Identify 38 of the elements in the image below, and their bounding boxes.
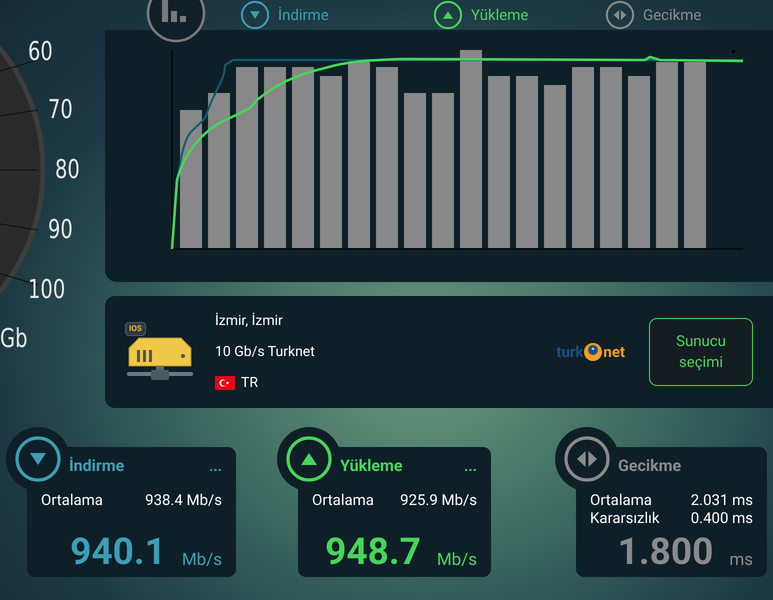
server-country: TR: [241, 374, 258, 392]
left-right-triangles-icon: [563, 435, 611, 483]
more-button[interactable]: ...: [208, 458, 222, 474]
legend-label: Yükleme: [471, 4, 528, 26]
flag-icon: [215, 376, 235, 390]
gauge-tick-label: 90: [48, 217, 73, 243]
speed-value: 948.7: [325, 534, 421, 571]
stat-value: 925.9 Mb/s: [400, 491, 477, 509]
stat-value: 2.031 ms: [690, 491, 753, 509]
provider-logo: turk net: [556, 342, 625, 363]
speed-value: 940.1: [70, 534, 166, 571]
chart-marker: [732, 50, 735, 53]
legend-label: Gecikme: [643, 4, 702, 26]
speed-unit: Mb/s: [436, 552, 477, 571]
stat-label: Kararsızlık: [590, 509, 660, 527]
server-select-button[interactable]: Sunucu seçimi: [649, 318, 753, 386]
speed-value: 1.800: [618, 534, 714, 571]
gauge-tick-label: 70: [48, 97, 73, 123]
stat-value: 938.4 Mb/s: [145, 491, 222, 509]
speed-unit: Mb/s: [182, 552, 222, 571]
legend-label: İndirme: [278, 4, 329, 26]
card-title: Gecikme: [618, 455, 682, 477]
card-title: İndirme: [69, 455, 124, 477]
stat-label: Ortalama: [312, 491, 374, 509]
server-city: İzmir, İzmir: [215, 312, 284, 330]
gauge-unit-label: Gb: [0, 326, 28, 352]
card-title: Yükleme: [340, 455, 402, 477]
server-provider: 10 Gb/s Turknet: [215, 342, 315, 362]
stat-label: Ortalama: [590, 491, 652, 509]
more-button[interactable]: ...: [464, 458, 477, 474]
stat-label: Ortalama: [41, 491, 103, 509]
speed-unit: ms: [729, 552, 753, 571]
left-right-triangles-icon: [605, 0, 635, 30]
server-badge: IOS: [125, 322, 146, 336]
stat-value: 0.400 ms: [690, 509, 753, 527]
gauge-tick-label: 60: [28, 39, 53, 65]
gauge-tick-label: 80: [55, 157, 80, 183]
gauge-tick-label: 100: [28, 277, 66, 303]
